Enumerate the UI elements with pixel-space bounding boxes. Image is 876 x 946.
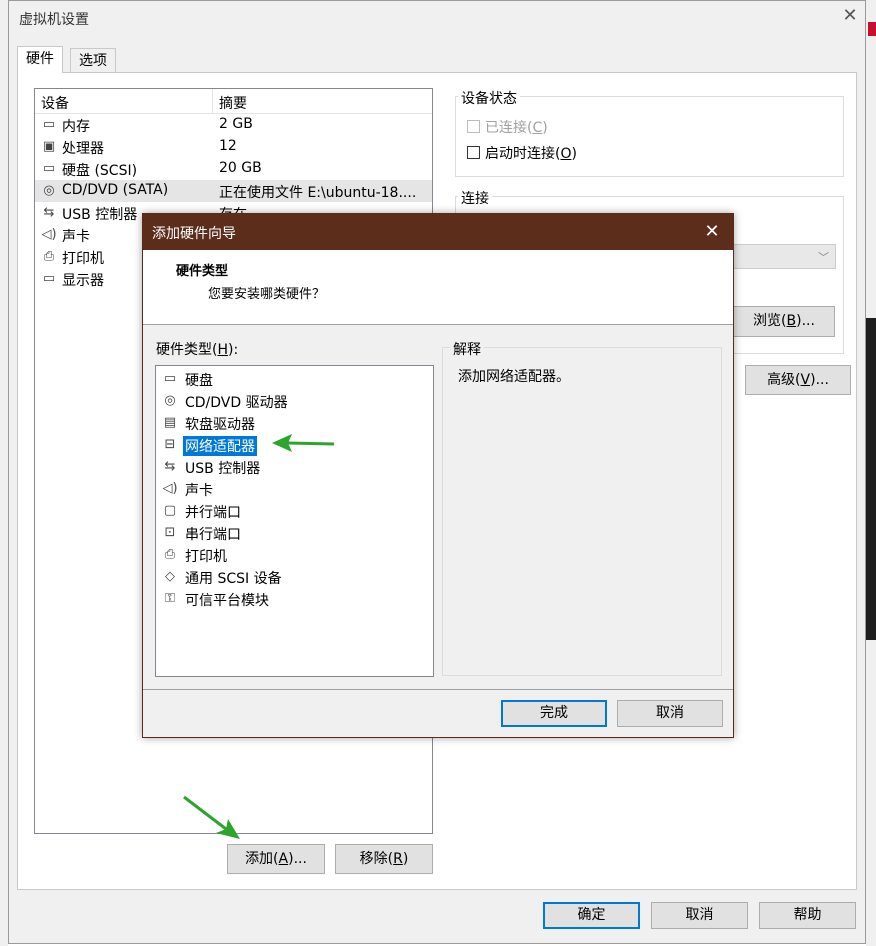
cd-dvd-icon: ◎ <box>43 183 55 198</box>
chevron-down-icon: ﹀ <box>818 251 829 264</box>
wizard-titlebar[interactable]: 添加硬件向导 ✕ <box>143 214 733 250</box>
advanced-button[interactable]: 高级(V)... <box>745 365 851 395</box>
explanation-text: 添加网络适配器。 <box>458 369 570 385</box>
device-row-processor[interactable]: ▣ 处理器 12 <box>35 136 432 158</box>
wizard-heading: 硬件类型 <box>176 264 229 279</box>
memory-icon: ▭ <box>42 117 56 132</box>
green-arrow-annotation-add <box>183 795 240 839</box>
finish-button[interactable]: 完成 <box>501 700 607 727</box>
tab-hardware[interactable]: 硬件 <box>17 46 63 73</box>
device-row-memory[interactable]: ▭ 内存 2 GB <box>35 114 432 136</box>
help-button[interactable]: 帮助 <box>759 902 856 929</box>
cancel-button[interactable]: 取消 <box>651 902 748 929</box>
connection-title: 连接 <box>458 188 492 208</box>
hardware-type-list[interactable]: ▭ 硬盘 ◎ CD/DVD 驱动器 ▤ 软盘驱动器 ⊟ 网络适配器 ⇆ USB 控制器 ◁… <box>155 365 434 677</box>
serial-port-icon: ⊡ <box>164 525 176 540</box>
device-row-cd-dvd[interactable]: ◎ CD/DVD (SATA) 正在使用文件 E:\ubuntu-18.... <box>35 180 432 202</box>
usb-icon: ⇆ <box>164 459 176 474</box>
wizard-subheading: 您要安装哪类硬件？ <box>208 287 326 302</box>
green-arrow-annotation <box>272 434 335 452</box>
connected-checkbox[interactable]: 已连接(C) <box>467 117 548 137</box>
floppy-icon: ▤ <box>163 415 177 430</box>
processor-icon: ▣ <box>42 139 56 154</box>
printer-icon: ⎙ <box>164 547 176 562</box>
parallel-port-icon: ▢ <box>163 503 177 518</box>
usb-icon: ⇆ <box>43 205 55 220</box>
tpm-icon: ⚿ <box>165 591 175 606</box>
display-icon: ▭ <box>42 271 56 286</box>
ok-button[interactable]: 确定 <box>543 902 640 929</box>
browse-button[interactable]: 浏览(B)... <box>733 306 835 337</box>
column-header-device[interactable]: 设备 <box>41 93 69 113</box>
connect-at-poweron-checkbox[interactable]: 启动时连接(O) <box>467 143 577 163</box>
printer-icon: ⎙ <box>43 249 55 264</box>
close-icon[interactable]: ✕ <box>699 219 725 245</box>
wizard-cancel-button[interactable]: 取消 <box>617 700 723 727</box>
sound-icon: ◁) <box>41 227 57 242</box>
hardware-type-label: 硬件类型(H): <box>156 342 239 358</box>
tab-options[interactable]: 选项 <box>70 48 116 72</box>
explanation-title: 解释 <box>450 339 484 359</box>
wizard-title: 添加硬件向导 <box>152 226 236 242</box>
sound-icon: ◁) <box>162 481 178 496</box>
connection-dropdown[interactable]: ﹀ <box>731 244 836 269</box>
window-title: 虚拟机设置 <box>19 12 89 28</box>
background-window-edge-right <box>866 0 876 946</box>
device-row-harddisk[interactable]: ▭ 硬盘 (SCSI) 20 GB <box>35 158 432 180</box>
harddisk-icon: ▭ <box>42 161 56 176</box>
scsi-device-icon: ◇ <box>165 569 175 584</box>
close-icon[interactable]: ✕ <box>839 5 861 27</box>
cd-dvd-icon: ◎ <box>164 393 176 408</box>
background-window-edge <box>0 0 8 946</box>
wizard-header: 硬件类型 您要安装哪类硬件？ <box>143 250 733 325</box>
device-list-header: 设备 摘要 <box>35 89 432 114</box>
add-hardware-wizard: 添加硬件向导 ✕ 硬件类型 您要安装哪类硬件？ 硬件类型(H): ▭ 硬盘 ◎ CD… <box>142 213 734 738</box>
harddisk-icon: ▭ <box>163 371 177 386</box>
column-header-summary[interactable]: 摘要 <box>219 93 247 113</box>
remove-button[interactable]: 移除(R) <box>335 844 433 874</box>
device-status-title: 设备状态 <box>458 88 520 108</box>
explanation-group <box>442 347 722 676</box>
network-adapter-icon: ⊟ <box>164 437 176 452</box>
add-button[interactable]: 添加(A)... <box>227 844 325 874</box>
